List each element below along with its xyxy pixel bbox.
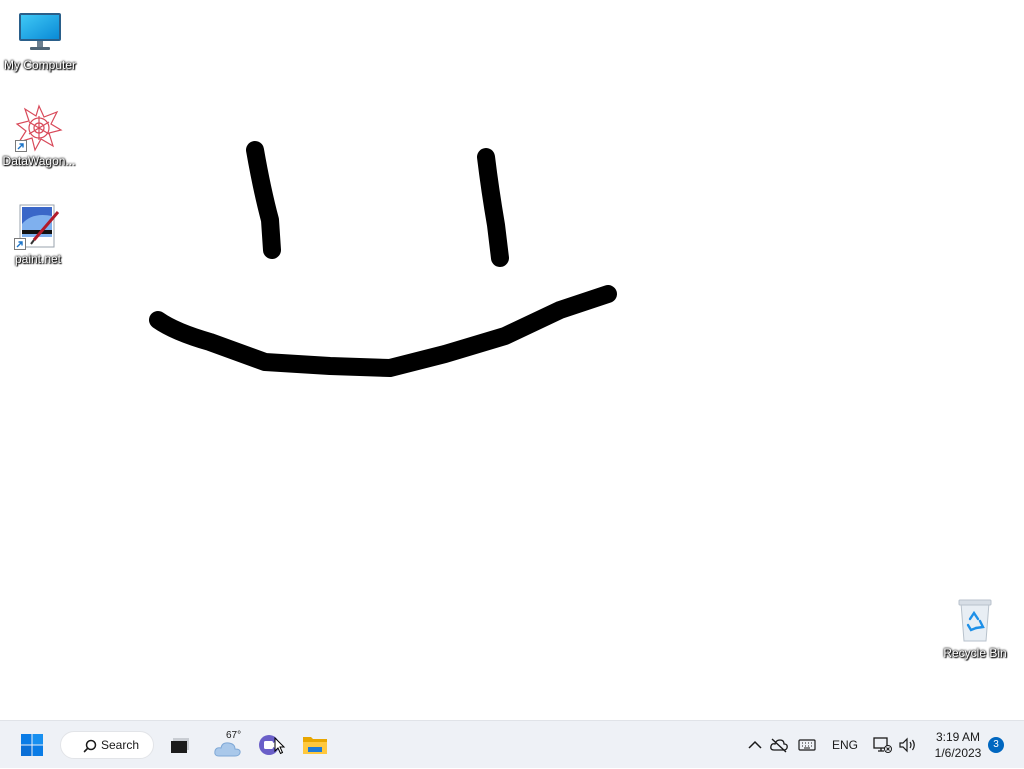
network-button[interactable] <box>870 721 894 769</box>
clock-date: 1/6/2023 <box>934 746 982 760</box>
network-icon <box>873 737 892 753</box>
chat-button[interactable] <box>252 727 288 763</box>
file-explorer-button[interactable] <box>296 727 334 763</box>
speaker-icon <box>899 737 915 753</box>
cloud-offline-icon <box>770 738 788 753</box>
keyboard-icon <box>798 739 816 751</box>
sketch-mouth <box>149 285 617 377</box>
task-view-icon <box>171 738 189 753</box>
notification-count-badge[interactable]: 3 <box>988 737 1004 753</box>
desktop: My Computer DataWagon... paint.net Recyc… <box>0 0 1024 720</box>
task-view-button[interactable] <box>162 727 198 763</box>
show-hidden-icons-button[interactable] <box>744 721 766 769</box>
touch-keyboard-button[interactable] <box>795 721 819 769</box>
smiley-face-sketch <box>149 141 617 377</box>
taskbar: Search 67° ENG 3:19 AM 1/6/2023 3 <box>0 720 1024 768</box>
language-indicator: ENG <box>831 738 858 752</box>
search-label: Search <box>101 738 140 752</box>
mouse-pointer-icon <box>274 737 286 755</box>
clock-time: 3:19 AM <box>935 730 981 744</box>
search-icon <box>83 739 97 753</box>
clock-button[interactable]: 3:19 AM 1/6/2023 <box>928 729 988 761</box>
weather-temperature: 67° <box>226 730 242 741</box>
volume-button[interactable] <box>896 721 920 769</box>
sketch-right-eye <box>477 148 509 267</box>
start-button[interactable] <box>14 727 50 763</box>
folder-icon <box>303 737 327 754</box>
onedrive-offline-button[interactable] <box>767 721 791 769</box>
input-language-button[interactable]: ENG <box>826 721 864 769</box>
taskbar-search-box[interactable]: Search <box>60 731 154 759</box>
chevron-up-icon <box>748 740 762 749</box>
sketch-left-eye <box>246 141 281 259</box>
windows-start-icon <box>21 734 43 756</box>
cloud-weather-icon <box>214 742 241 757</box>
